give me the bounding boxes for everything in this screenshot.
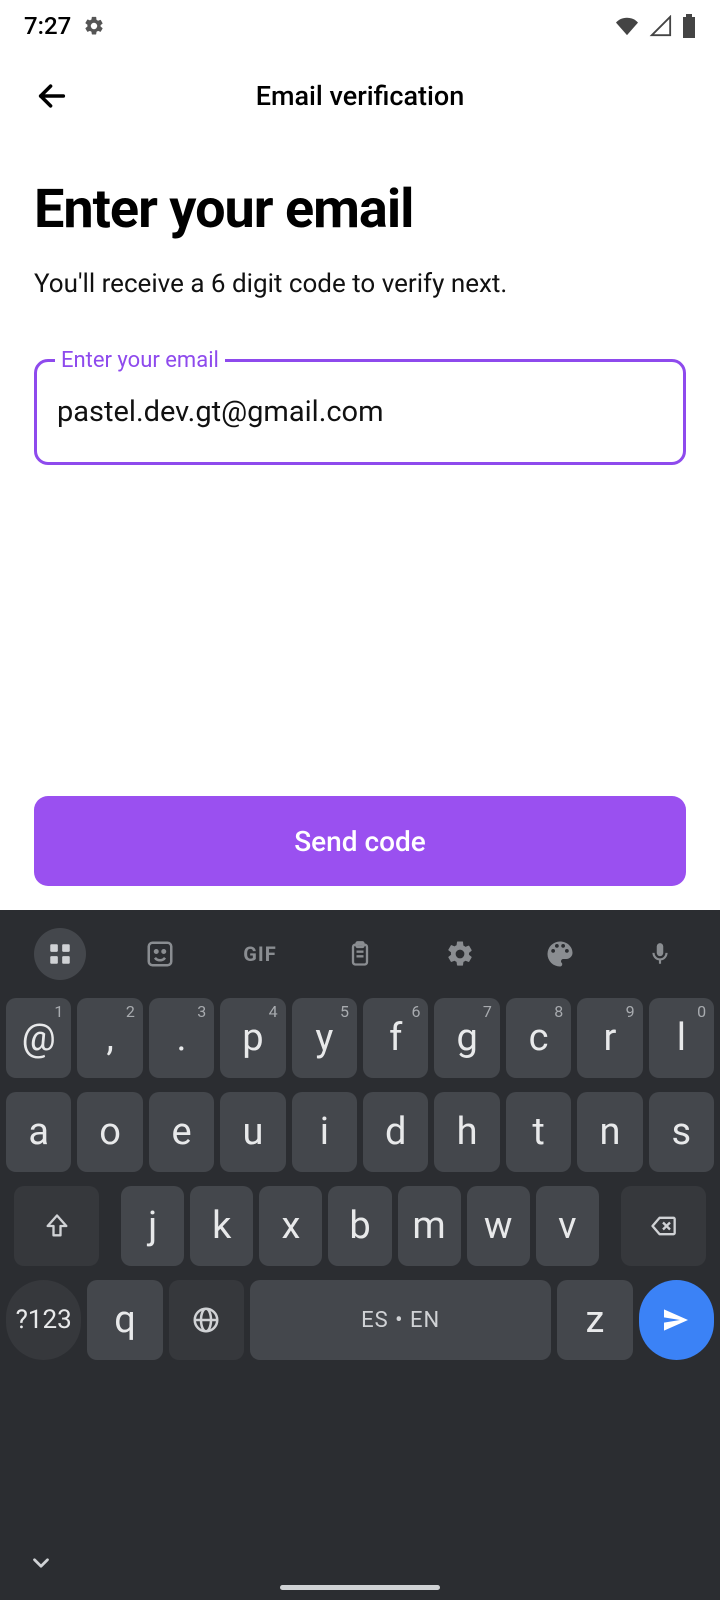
shift-key[interactable] <box>14 1186 99 1266</box>
send-code-button[interactable]: Send code <box>34 796 686 886</box>
language-key[interactable] <box>169 1280 244 1360</box>
symbols-key[interactable]: ?123 <box>6 1280 81 1360</box>
cell-signal-icon <box>648 15 674 37</box>
key-m[interactable]: m <box>398 1186 461 1266</box>
key-c[interactable]: c8 <box>506 998 571 1078</box>
apps-icon[interactable] <box>34 928 86 980</box>
key-@[interactable]: @1 <box>6 998 71 1078</box>
key-n[interactable]: n <box>577 1092 642 1172</box>
key-i[interactable]: i <box>292 1092 357 1172</box>
keyboard-row-2: aoeuidhtns <box>6 1092 714 1172</box>
status-time: 7:27 <box>24 12 71 40</box>
key-x[interactable]: x <box>259 1186 322 1266</box>
keyboard-row-1: @1,2.3p4y5f6g7c8r9l0 <box>6 998 714 1078</box>
key-v[interactable]: v <box>536 1186 599 1266</box>
email-field-label: Enter your email <box>55 348 225 373</box>
page-header-title: Email verification <box>256 80 465 112</box>
keyboard-row-3: jkxbmwv <box>6 1186 714 1266</box>
mic-icon[interactable] <box>634 928 686 980</box>
email-field[interactable] <box>37 362 683 462</box>
key-h[interactable]: h <box>434 1092 499 1172</box>
key-t[interactable]: t <box>506 1092 571 1172</box>
soft-keyboard: GIF @1,2.3p4y5f6g7c8r9l0 aoeuidhtns jkxb… <box>0 910 720 1530</box>
key-k[interactable]: k <box>190 1186 253 1266</box>
back-button[interactable] <box>34 78 70 114</box>
app-header: Email verification <box>0 52 720 140</box>
space-key[interactable]: ES • EN <box>250 1280 551 1360</box>
keyboard-send-key[interactable] <box>639 1280 714 1360</box>
key-l[interactable]: l0 <box>649 998 714 1078</box>
battery-icon <box>682 14 696 38</box>
key-g[interactable]: g7 <box>434 998 499 1078</box>
arrow-left-icon <box>35 79 69 113</box>
page-subtitle: You'll receive a 6 digit code to verify … <box>34 269 686 299</box>
system-nav-bar <box>0 1530 720 1600</box>
gear-icon <box>83 15 105 37</box>
key-r[interactable]: r9 <box>577 998 642 1078</box>
key-b[interactable]: b <box>328 1186 391 1266</box>
keyboard-toolbar: GIF <box>0 910 720 998</box>
key-j[interactable]: j <box>121 1186 184 1266</box>
key-a[interactable]: a <box>6 1092 71 1172</box>
status-bar: 7:27 <box>0 0 720 52</box>
palette-icon[interactable] <box>534 928 586 980</box>
key-w[interactable]: w <box>467 1186 530 1266</box>
home-indicator[interactable] <box>280 1585 440 1590</box>
key-s[interactable]: s <box>649 1092 714 1172</box>
key-e[interactable]: e <box>149 1092 214 1172</box>
key-y[interactable]: y5 <box>292 998 357 1078</box>
backspace-key[interactable] <box>621 1186 706 1266</box>
collapse-keyboard-icon[interactable] <box>28 1550 54 1580</box>
key-f[interactable]: f6 <box>363 998 428 1078</box>
key-d[interactable]: d <box>363 1092 428 1172</box>
clipboard-icon[interactable] <box>334 928 386 980</box>
email-field-wrap[interactable]: Enter your email <box>34 359 686 465</box>
key-q[interactable]: q <box>87 1280 162 1360</box>
key-u[interactable]: u <box>220 1092 285 1172</box>
key-.[interactable]: .3 <box>149 998 214 1078</box>
key-p[interactable]: p4 <box>220 998 285 1078</box>
sticker-icon[interactable] <box>134 928 186 980</box>
wifi-icon <box>614 15 640 37</box>
key-z[interactable]: z <box>557 1280 632 1360</box>
keyboard-row-4: ?123 q ES • EN z <box>6 1280 714 1360</box>
key-,[interactable]: ,2 <box>77 998 142 1078</box>
key-o[interactable]: o <box>77 1092 142 1172</box>
page-title: Enter your email <box>34 178 686 241</box>
gif-icon[interactable]: GIF <box>234 928 286 980</box>
gear-icon[interactable] <box>434 928 486 980</box>
